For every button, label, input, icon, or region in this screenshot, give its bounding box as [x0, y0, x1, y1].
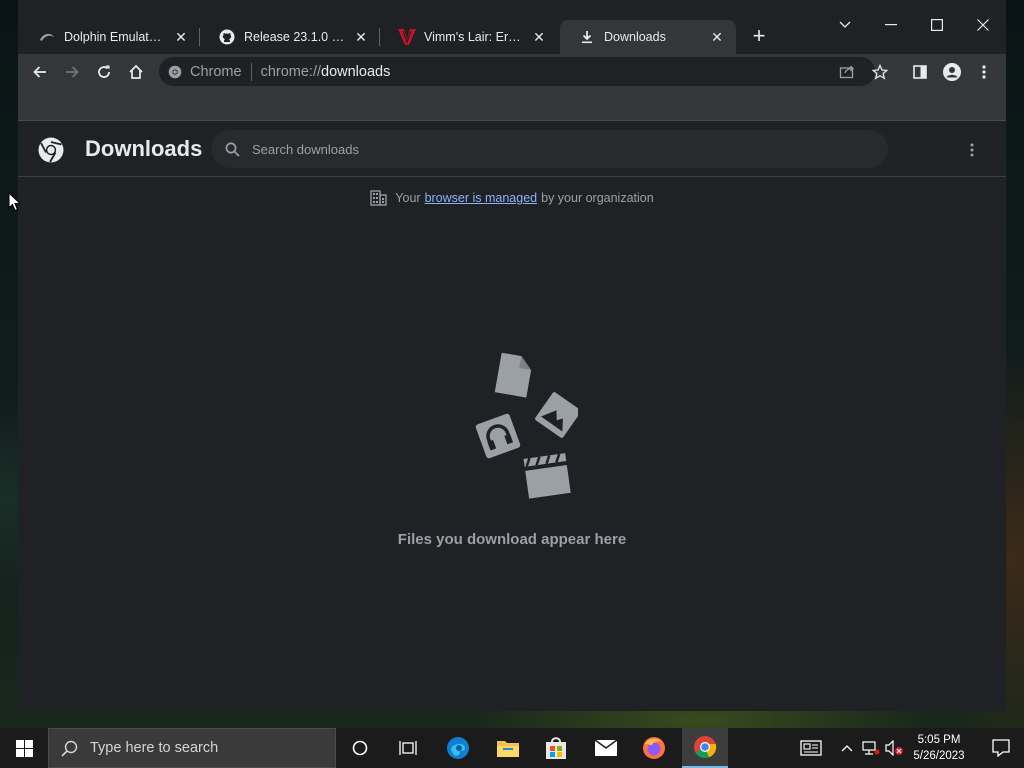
taskbar-search-placeholder: Type here to search	[90, 740, 219, 756]
tab-strip: Dolphin Emulator - D ✕ Release 23.1.0 · …	[18, 0, 1006, 54]
side-panel-icon[interactable]	[907, 59, 933, 85]
clock-time: 5:05 PM	[917, 734, 961, 746]
volume-button[interactable]	[884, 728, 906, 768]
volume-muted-icon	[885, 740, 903, 756]
search-icon	[61, 740, 78, 757]
tab-dolphin-emulator[interactable]: Dolphin Emulator - D ✕	[20, 20, 200, 54]
cortana-button[interactable]	[340, 728, 380, 768]
managed-suffix: by your organization	[541, 191, 654, 205]
taskbar-search-box[interactable]: Type here to search	[48, 728, 336, 768]
browser-toolbar: Chrome chrome:// downloads	[18, 54, 1006, 90]
chrome-site-icon	[168, 65, 182, 79]
reload-button[interactable]	[91, 59, 117, 85]
start-button[interactable]	[0, 728, 48, 768]
search-downloads-input[interactable]	[252, 141, 852, 157]
downloads-page: Downloads Your browser is managed by you…	[18, 122, 1006, 711]
tab-downloads[interactable]: Downloads ✕	[560, 20, 736, 54]
bookmark-star-icon[interactable]	[867, 59, 893, 85]
download-icon	[578, 28, 596, 46]
system-clock[interactable]: 5:05 PM 5/26/2023	[906, 732, 972, 764]
maximize-button[interactable]	[924, 12, 950, 38]
site-label: Chrome	[190, 63, 242, 80]
notification-center-button[interactable]	[978, 728, 1024, 768]
tab-title: Vimm's Lair: Error 429	[424, 30, 524, 44]
network-icon	[862, 741, 880, 755]
network-button[interactable]	[860, 728, 882, 768]
url-path: downloads	[321, 63, 391, 80]
omnibox-divider	[250, 62, 252, 81]
share-icon[interactable]	[839, 63, 855, 79]
tab-title: Downloads	[604, 30, 666, 44]
tab-title: Dolphin Emulator - D	[64, 30, 166, 44]
chrome-window: Dolphin Emulator - D ✕ Release 23.1.0 · …	[18, 0, 1006, 711]
browser-managed-link[interactable]: browser is managed	[425, 191, 538, 205]
profile-icon[interactable]	[939, 59, 965, 85]
tab-vimms-lair[interactable]: Vimm's Lair: Error 429 ✕	[380, 20, 558, 54]
show-hidden-icons-button[interactable]	[838, 728, 856, 768]
taskbar-store[interactable]	[536, 728, 576, 768]
taskbar-mail[interactable]	[586, 728, 626, 768]
downloads-header: Downloads	[18, 122, 1006, 177]
task-view-button[interactable]	[388, 728, 428, 768]
url-scheme: chrome://	[260, 63, 322, 80]
store-icon	[546, 737, 566, 759]
windows-taskbar: Type here to search 5:05 PM 5/26/2023	[0, 728, 1024, 768]
github-icon	[218, 28, 236, 46]
chrome-menu-icon[interactable]	[971, 59, 997, 85]
windows-logo-icon	[15, 739, 33, 757]
folder-icon	[497, 741, 519, 757]
close-tab-icon[interactable]: ✕	[172, 28, 190, 46]
search-downloads-box[interactable]	[211, 130, 888, 168]
close-tab-icon[interactable]: ✕	[708, 28, 726, 46]
building-icon	[370, 190, 387, 206]
taskbar-edge[interactable]	[438, 728, 478, 768]
tab-search-icon[interactable]	[832, 12, 858, 38]
chevron-up-icon	[841, 745, 853, 752]
search-icon	[225, 142, 240, 157]
back-button[interactable]	[27, 59, 53, 85]
mail-icon	[594, 739, 618, 756]
bookmarks-bar	[18, 90, 1006, 121]
mouse-cursor-icon	[8, 192, 22, 212]
page-title: Downloads	[85, 136, 203, 161]
taskbar-firefox[interactable]	[634, 728, 674, 768]
chrome-logo-icon	[38, 137, 64, 163]
managed-prefix: Your	[395, 191, 421, 205]
close-window-button[interactable]	[970, 12, 996, 38]
chrome-icon	[694, 736, 717, 759]
home-button[interactable]	[123, 59, 149, 85]
empty-downloads-illustration	[475, 352, 578, 499]
managed-notice: Your browser is managed by your organiza…	[18, 190, 1006, 206]
new-tab-button[interactable]: +	[748, 25, 770, 48]
task-view-icon	[399, 741, 417, 755]
tab-github-release[interactable]: Release 23.1.0 · pal10 ✕	[200, 20, 380, 54]
notification-icon	[992, 739, 1010, 757]
clock-date: 5/26/2023	[913, 750, 965, 762]
more-actions-icon[interactable]	[962, 137, 982, 163]
taskbar-chrome[interactable]	[682, 728, 728, 768]
cortana-icon	[352, 740, 368, 756]
close-tab-icon[interactable]: ✕	[530, 28, 548, 46]
close-tab-icon[interactable]: ✕	[352, 28, 370, 46]
edge-icon	[447, 737, 469, 759]
news-widget-button[interactable]	[796, 728, 826, 768]
minimize-button[interactable]	[878, 12, 904, 38]
taskbar-file-explorer[interactable]	[488, 728, 528, 768]
news-icon	[800, 740, 822, 756]
omnibox[interactable]: Chrome chrome:// downloads	[159, 57, 875, 86]
vimm-icon	[398, 28, 416, 46]
firefox-icon	[643, 737, 665, 759]
empty-downloads-message: Files you download appear here	[397, 531, 627, 548]
dolphin-icon	[38, 28, 56, 46]
forward-button[interactable]	[59, 59, 85, 85]
tab-title: Release 23.1.0 · pal10	[244, 30, 346, 44]
